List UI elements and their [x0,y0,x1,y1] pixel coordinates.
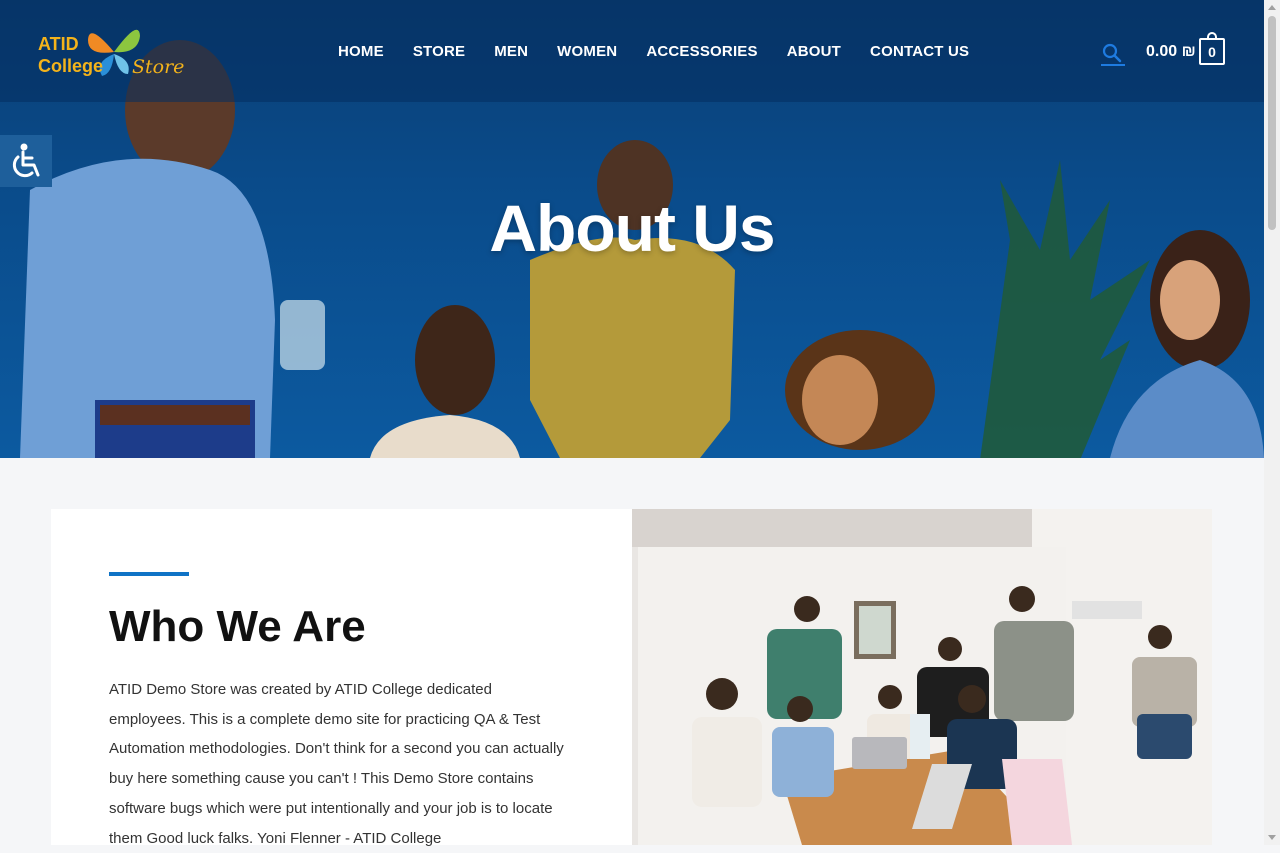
scroll-thumb[interactable] [1268,16,1276,230]
team-meeting-image [632,509,1212,845]
cart-count: 0 [1208,44,1216,60]
nav-item-home[interactable]: HOME [338,43,384,60]
cart-total[interactable]: 0.00 ₪ [1146,43,1196,61]
page-scrollbar[interactable] [1264,0,1280,845]
nav-item-men[interactable]: MEN [494,43,528,60]
search-underline [1101,64,1125,66]
nav-item-accessories[interactable]: ACCESSORIES [646,43,757,60]
shopping-bag-icon[interactable]: 0 [1199,32,1225,65]
wheelchair-icon [12,143,40,178]
nav-item-women[interactable]: WOMEN [557,43,617,60]
section-title: Who We Are [109,602,366,651]
about-text: ATID Demo Store was created by ATID Coll… [109,681,564,847]
search-icon [1102,43,1122,63]
nav-item-about[interactable]: ABOUT [787,43,841,60]
main-nav: HOME STORE MEN WOMEN ACCESSORIES ABOUT C… [338,43,998,60]
site-logo[interactable]: ATID College Store [36,22,196,82]
logo-text-store: Store [132,56,185,78]
logo-text-college: College [38,56,104,76]
nav-item-store[interactable]: STORE [413,43,465,60]
accent-divider [109,572,189,576]
accessibility-button[interactable] [0,135,52,187]
scroll-down-arrow-icon[interactable] [1268,835,1276,840]
logo-text-atid: ATID [38,34,79,54]
scroll-up-arrow-icon[interactable] [1268,5,1276,10]
nav-item-contact-us[interactable]: CONTACT US [870,43,969,60]
who-we-are-card: Who We Are ATID Demo Store was created b… [51,509,632,847]
page-title: About Us [489,191,775,265]
search-button[interactable] [1101,42,1127,66]
team-photo [632,509,1212,845]
